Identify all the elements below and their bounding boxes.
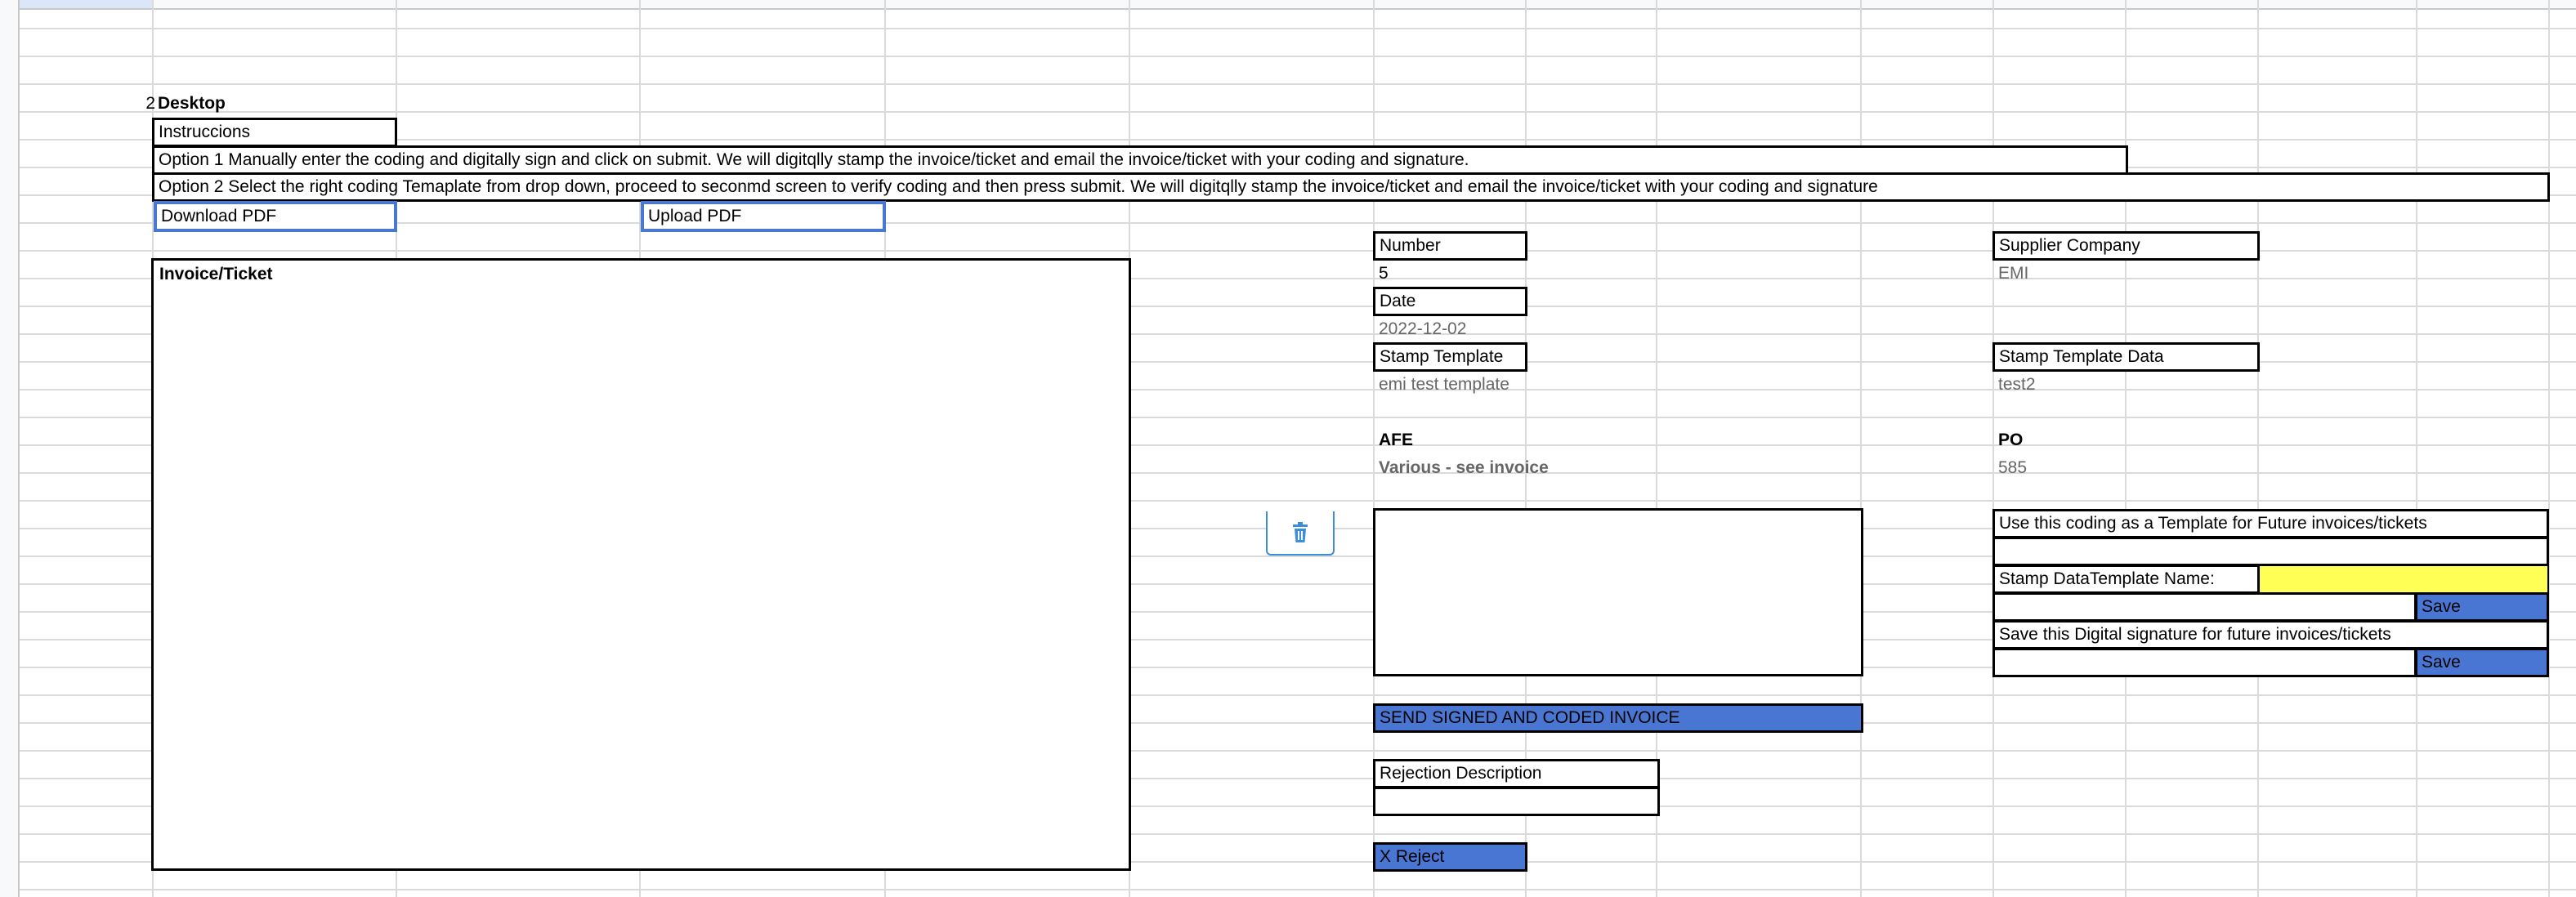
date-value[interactable]: 2022-12-02	[1375, 317, 1620, 341]
supplier-company-value[interactable]: EMI	[1994, 261, 2239, 286]
po-label: PO	[1998, 431, 2024, 449]
grid-col-line	[1860, 0, 1862, 897]
stamp-template-data-value[interactable]: test2	[1994, 373, 2239, 397]
supplier-company-label: Supplier Company	[1992, 231, 2260, 261]
row-number: 2	[145, 94, 155, 113]
reject-button[interactable]: X Reject	[1373, 842, 1527, 872]
number-value[interactable]: 5	[1375, 261, 1620, 286]
stamp-template-label: Stamp Template	[1373, 342, 1527, 372]
template-name-input[interactable]	[2258, 565, 2549, 594]
send-signed-coded-invoice-button[interactable]: SEND SIGNED AND CODED INVOICE	[1373, 703, 1863, 733]
number-label: Number	[1373, 231, 1527, 261]
template-name-label: Stamp DataTemplate Name:	[1992, 565, 2260, 594]
save-signature-button[interactable]: Save	[2415, 648, 2549, 677]
save-template-button[interactable]: Save	[2415, 592, 2549, 622]
column-header-bar	[0, 0, 2576, 10]
section-title: Desktop	[158, 94, 226, 113]
rejection-description-label: Rejection Description	[1373, 759, 1660, 788]
instructions-option-2: Option 2 Select the right coding Temapla…	[152, 172, 2550, 202]
rejection-description-input[interactable]	[1373, 787, 1660, 816]
download-pdf-button[interactable]: Download PDF	[154, 201, 397, 232]
afe-label: AFE	[1379, 431, 1413, 449]
po-value[interactable]: 585	[1994, 456, 2239, 480]
grid-col-line	[2257, 0, 2259, 897]
column-header-selected	[20, 0, 152, 8]
instructions-heading: Instruccions	[152, 118, 397, 147]
save-signature-row-blank	[1992, 648, 2417, 677]
afe-value[interactable]: Various - see invoice	[1375, 456, 1702, 480]
stamp-template-value[interactable]: emi test template	[1375, 373, 1702, 397]
instructions-option-1: Option 1 Manually enter the coding and d…	[152, 145, 2128, 175]
signature-pad[interactable]	[1373, 508, 1863, 676]
template-name-row-blank	[1992, 592, 2417, 622]
date-label: Date	[1373, 287, 1527, 316]
use-coding-template-spacer	[1992, 537, 2549, 566]
grid-col-line	[2416, 0, 2417, 897]
save-signature-label[interactable]: Save this Digital signature for future i…	[1992, 620, 2549, 649]
invoice-ticket-panel[interactable]: Invoice/Ticket	[151, 258, 1131, 871]
upload-pdf-button[interactable]: Upload PDF	[641, 201, 886, 232]
delete-signature-button[interactable]	[1266, 511, 1335, 556]
row-header-bar	[0, 0, 20, 897]
invoice-ticket-title: Invoice/Ticket	[159, 265, 273, 283]
grid-col-line	[2548, 0, 2550, 897]
stamp-template-data-label: Stamp Template Data	[1992, 342, 2260, 372]
use-coding-template-label[interactable]: Use this coding as a Template for Future…	[1992, 509, 2549, 538]
trash-icon	[1293, 522, 1308, 542]
